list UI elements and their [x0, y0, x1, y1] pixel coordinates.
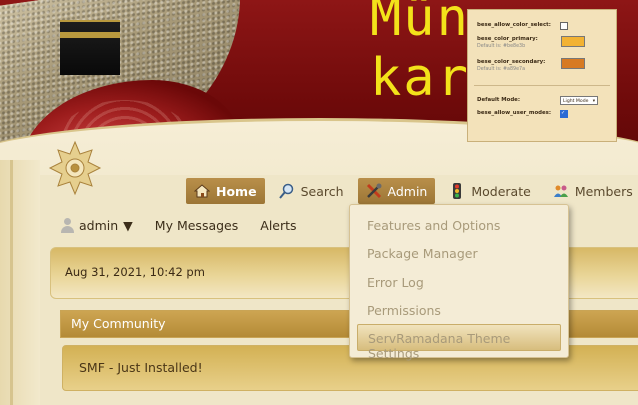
color-secondary-hint: Default is: #a89e7a [477, 67, 526, 72]
nav-home[interactable]: Home [186, 178, 265, 204]
nav-admin[interactable]: Admin [357, 178, 436, 204]
members-icon [553, 185, 568, 197]
menu-item-theme-settings[interactable]: ServRamadana Theme Settings [357, 324, 561, 361]
avatar [60, 218, 74, 233]
current-date: Aug 31, 2021, 10:42 pm [65, 265, 205, 279]
color-primary-swatch[interactable] [561, 36, 585, 47]
main-nav: Home Search Admin Moderate Members [186, 178, 638, 204]
nav-members-label: Members [574, 183, 633, 199]
username: admin [79, 217, 119, 233]
menu-item-error-log[interactable]: Error Log [367, 275, 424, 290]
nav-members[interactable]: Members [545, 178, 638, 204]
caret-down-icon: ▼ [123, 217, 133, 233]
color-secondary-swatch[interactable] [561, 58, 585, 69]
user-bar: admin ▼ My Messages Alerts [60, 216, 297, 234]
color-primary-label: bese_color_primary: [477, 36, 538, 42]
admin-dropdown-menu: Features and Options Package Manager Err… [349, 204, 569, 361]
default-mode-select[interactable]: Light Mode ▾ [560, 96, 598, 105]
search-icon [278, 183, 293, 199]
nav-admin-label: Admin [387, 183, 428, 199]
menu-item-permissions[interactable]: Permissions [367, 303, 441, 318]
ornament-logo-icon [48, 140, 102, 196]
allow-user-modes-label: bese_allow_user_modes: [477, 110, 552, 116]
default-mode-label: Default Mode: [477, 97, 520, 103]
kaaba-image [60, 20, 120, 75]
alerts-link[interactable]: Alerts [260, 218, 296, 233]
home-icon [194, 184, 210, 198]
board-title[interactable]: SMF - Just Installed! [79, 360, 203, 375]
nav-home-label: Home [216, 183, 257, 199]
nav-moderate[interactable]: Moderate [441, 178, 538, 204]
allow-color-select-checkbox[interactable] [560, 22, 568, 30]
theme-settings-popup: bese_allow_color_select: bese_color_prim… [467, 9, 617, 142]
nav-search-label: Search [300, 183, 344, 199]
nav-search[interactable]: Search [271, 178, 352, 204]
divider [474, 85, 610, 86]
chevron-down-icon: ▾ [592, 99, 595, 104]
category-title[interactable]: My Community [71, 316, 166, 331]
color-primary-hint: Default is: #be8e3b [477, 44, 526, 49]
menu-item-features-and-options[interactable]: Features and Options [367, 218, 500, 233]
nav-moderate-label: Moderate [471, 183, 531, 199]
allow-color-select-label: bese_allow_color_select: [477, 22, 551, 28]
tools-icon [366, 183, 382, 199]
default-mode-value: Light Mode [563, 99, 589, 104]
left-frame-decoration [0, 160, 40, 405]
traffic-light-icon [453, 183, 462, 199]
menu-item-package-manager[interactable]: Package Manager [367, 246, 478, 261]
my-messages-link[interactable]: My Messages [155, 218, 238, 233]
allow-user-modes-checkbox[interactable] [560, 110, 568, 118]
color-secondary-label: bese_color_secondary: [477, 59, 546, 65]
user-menu[interactable]: admin ▼ [60, 218, 133, 233]
